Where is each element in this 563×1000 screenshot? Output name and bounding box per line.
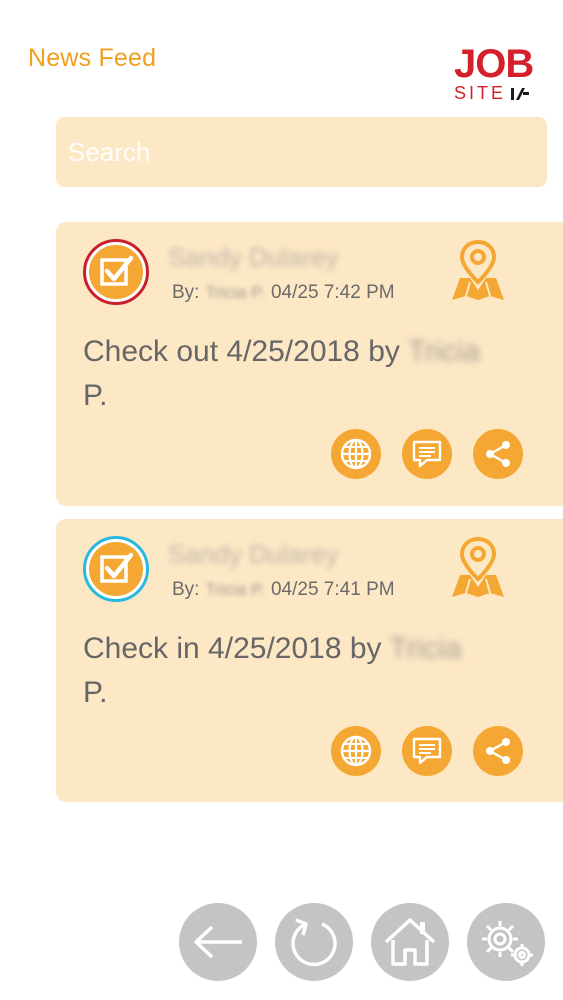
feed-message: Check out 4/25/2018 by Tricia P. xyxy=(83,330,543,418)
home-button[interactable] xyxy=(371,903,449,981)
refresh-icon xyxy=(291,918,337,967)
feed-user-name: Sandy Dularey xyxy=(168,242,339,272)
checkin-status-badge xyxy=(83,536,149,602)
feed-card[interactable]: Sandy Dularey By: Tricia P. 04/25 7:42 P… xyxy=(56,222,563,506)
back-button[interactable] xyxy=(179,903,257,981)
feed-byline: By: Tricia P. 04/25 7:42 PM xyxy=(172,282,395,304)
feed-user-name: Sandy Dularey xyxy=(168,539,339,569)
share-icon xyxy=(486,441,510,467)
feed-actions xyxy=(331,726,544,776)
logo-mark-icon xyxy=(511,88,529,100)
jobsite-logo: JOB SITE xyxy=(452,42,534,106)
feed-message-end: P. xyxy=(83,379,108,412)
home-icon xyxy=(384,918,436,966)
by-label: By: xyxy=(172,282,200,303)
bottom-nav xyxy=(179,903,563,981)
map-pin-icon[interactable] xyxy=(446,535,510,605)
feed-author: Tricia P. xyxy=(205,283,265,302)
comment-icon xyxy=(412,737,442,765)
logo-text-job: JOB xyxy=(454,42,534,86)
share-button[interactable] xyxy=(473,726,523,776)
globe-icon xyxy=(340,735,372,767)
feed-message-text: Check in 4/25/2018 by xyxy=(83,632,382,665)
feed-message: Check in 4/25/2018 by Tricia P. xyxy=(83,627,543,715)
feed-message-author: Tricia xyxy=(389,632,462,665)
settings-button[interactable] xyxy=(467,903,545,981)
feed-timestamp: 04/25 7:42 PM xyxy=(270,282,395,303)
comment-button[interactable] xyxy=(402,429,452,479)
comment-icon xyxy=(412,440,442,468)
page-title: News Feed xyxy=(28,44,157,72)
globe-icon xyxy=(340,438,372,470)
share-icon xyxy=(486,738,510,764)
share-button[interactable] xyxy=(473,429,523,479)
feed-byline: By: Tricia P. 04/25 7:41 PM xyxy=(172,579,395,601)
globe-button[interactable] xyxy=(331,726,381,776)
globe-button[interactable] xyxy=(331,429,381,479)
feed-message-end: P. xyxy=(83,676,108,709)
search-placeholder: Search xyxy=(68,136,151,167)
logo-text-site: SITE xyxy=(454,83,507,103)
map-pin-icon[interactable] xyxy=(446,238,510,308)
by-label: By: xyxy=(172,579,200,600)
search-input[interactable]: Search xyxy=(56,117,547,187)
feed-message-text: Check out 4/25/2018 by xyxy=(83,335,400,368)
checkbox-icon xyxy=(100,255,134,286)
feed-author: Tricia P. xyxy=(205,580,265,599)
feed-message-author: Tricia xyxy=(407,335,480,368)
checkbox-icon xyxy=(100,552,134,583)
gears-icon xyxy=(482,921,533,966)
refresh-button[interactable] xyxy=(275,903,353,981)
feed-timestamp: 04/25 7:41 PM xyxy=(270,579,395,600)
checkout-status-badge xyxy=(83,239,149,305)
comment-button[interactable] xyxy=(402,726,452,776)
back-arrow-icon xyxy=(194,925,242,959)
feed-card[interactable]: Sandy Dularey By: Tricia P. 04/25 7:41 P… xyxy=(56,519,563,802)
feed-actions xyxy=(331,429,544,479)
